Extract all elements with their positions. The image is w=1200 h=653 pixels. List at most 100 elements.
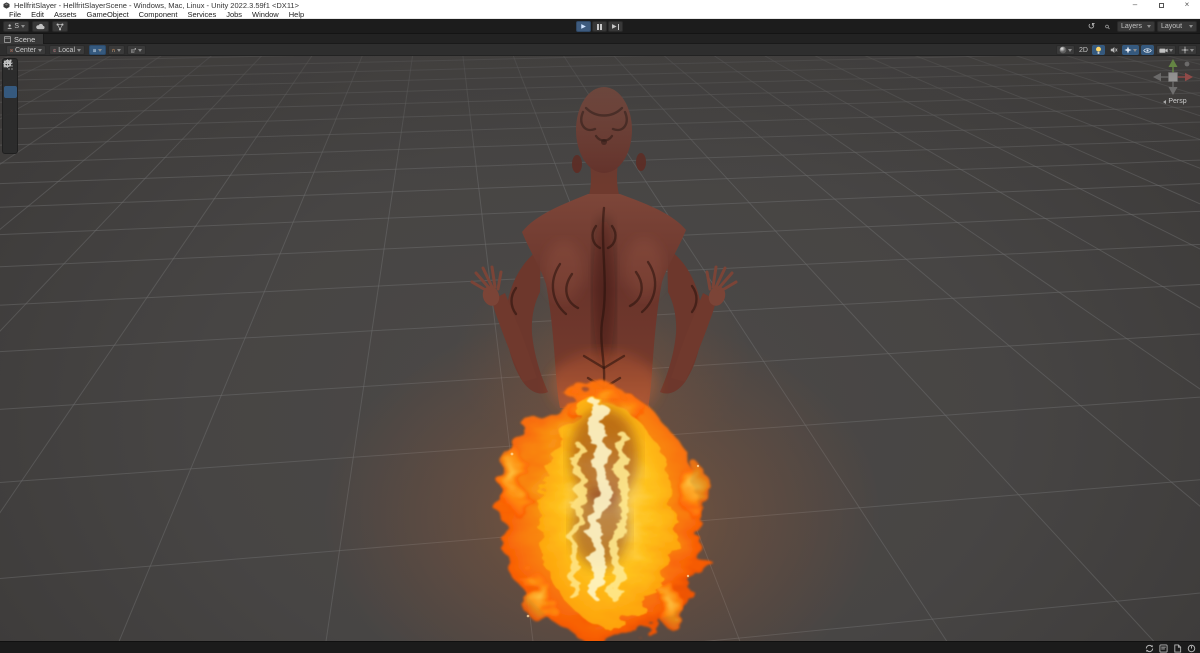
scene-tab-label: Scene	[14, 34, 36, 44]
menu-gameobject[interactable]: GameObject	[82, 10, 134, 19]
camera-settings-dropdown[interactable]	[1156, 45, 1176, 55]
maximize-button[interactable]	[1148, 0, 1174, 10]
gizmos-icon	[1181, 46, 1189, 54]
lighting-toggle[interactable]	[1092, 45, 1105, 55]
tabbar: Scene	[0, 34, 1200, 44]
draw-mode-dropdown[interactable]	[1056, 45, 1075, 55]
axis-neg-x-cone[interactable]	[1153, 72, 1161, 82]
rect-tool-button[interactable]	[3, 60, 17, 137]
audio-toggle[interactable]	[1107, 45, 1120, 55]
projection-arrow-icon	[1163, 99, 1167, 104]
lighting-icon	[1096, 46, 1101, 54]
scene-view[interactable]: Persp	[0, 56, 1200, 641]
statusbar	[0, 641, 1200, 653]
menu-assets[interactable]: Assets	[49, 10, 82, 19]
play-controls: ▶ ▶	[576, 21, 623, 32]
search-icon	[1105, 24, 1110, 29]
draw-mode-icon	[1059, 46, 1067, 54]
menu-component[interactable]: Component	[134, 10, 183, 19]
layers-dropdown[interactable]: Layers	[1117, 21, 1155, 32]
play-icon: ▶	[581, 23, 586, 30]
transform-tool-button[interactable]	[3, 59, 17, 150]
move-tool-button[interactable]	[3, 59, 17, 98]
version-control-button[interactable]	[52, 21, 68, 32]
account-icon	[7, 24, 12, 29]
chevron-down-icon	[1133, 48, 1137, 52]
orientation-dropdown[interactable]: Local	[49, 45, 85, 55]
chevron-down-icon	[38, 48, 42, 52]
grid-visibility-dropdown[interactable]	[89, 45, 106, 55]
menu-help[interactable]: Help	[284, 10, 309, 19]
maximize-icon	[1158, 2, 1164, 8]
main-toolbar: S ▶ ▶ ↺ Layers Layout	[0, 19, 1200, 34]
effects-icon	[1124, 46, 1132, 54]
play-button[interactable]: ▶	[576, 21, 591, 32]
undo-history-button[interactable]: ↺	[1085, 21, 1098, 32]
log-icon[interactable]	[1173, 643, 1182, 653]
chevron-down-icon	[1189, 25, 1193, 28]
rotate-tool-button[interactable]	[4, 59, 17, 111]
search-button[interactable]	[1101, 21, 1114, 32]
scene-visibility-toggle[interactable]	[1141, 45, 1154, 55]
services-icon	[56, 23, 64, 30]
pivot-dropdown[interactable]: Center	[6, 45, 46, 55]
account-dropdown[interactable]: S	[3, 21, 29, 32]
gizmos-dropdown[interactable]	[1178, 45, 1197, 55]
chevron-down-icon	[77, 48, 81, 52]
scale-tool-button[interactable]	[3, 59, 17, 124]
scene-overlay-toolbar: Center Local 2D	[0, 44, 1200, 56]
gizmo-center-cube[interactable]	[1168, 72, 1178, 82]
orientation-label: Local	[58, 46, 75, 54]
account-label: S	[14, 23, 19, 30]
effects-dropdown[interactable]	[1122, 45, 1139, 55]
menu-services[interactable]: Services	[182, 10, 221, 19]
chevron-down-icon	[21, 25, 25, 28]
pause-icon	[597, 23, 602, 30]
pivot-label: Center	[14, 46, 36, 54]
axis-x-cone[interactable]	[1185, 72, 1193, 82]
menubar: File Edit Assets GameObject Component Se…	[0, 10, 1200, 19]
sync-icon[interactable]	[1145, 644, 1154, 653]
camera-settings-icon	[1159, 48, 1168, 53]
layout-label: Layout	[1161, 23, 1183, 30]
projection-label: Persp	[1168, 98, 1187, 105]
cloud-icon	[36, 23, 45, 30]
move-snap-dropdown[interactable]	[127, 45, 146, 55]
unity-editor-window: HellfritSlayer - HellfritSlayerScene - W…	[0, 0, 1200, 653]
pivot-icon	[10, 48, 13, 52]
close-button[interactable]: ×	[1174, 0, 1200, 10]
chevron-down-icon	[1147, 25, 1151, 28]
view-tool-button[interactable]	[4, 60, 17, 85]
2d-toggle[interactable]: 2D	[1077, 45, 1090, 55]
visibility-icon	[1143, 47, 1152, 53]
chevron-down-icon	[1169, 48, 1173, 52]
tab-scene[interactable]: Scene	[0, 34, 45, 44]
unity-logo-icon	[3, 1, 10, 9]
menu-window[interactable]: Window	[247, 10, 284, 19]
snap-dropdown[interactable]	[108, 45, 125, 55]
audio-icon	[1110, 46, 1118, 54]
orientation-icon	[53, 48, 57, 52]
projection-toggle[interactable]: Persp	[1152, 98, 1198, 105]
move-snap-icon	[131, 47, 136, 53]
axis-z-ball[interactable]	[1184, 61, 1190, 67]
activity-icon[interactable]	[1187, 644, 1196, 653]
menu-file[interactable]: File	[4, 10, 26, 19]
2d-label: 2D	[1079, 46, 1088, 54]
scene-canvas[interactable]	[0, 56, 1200, 641]
layout-dropdown[interactable]: Layout	[1157, 21, 1197, 32]
console-icon[interactable]	[1159, 643, 1168, 653]
pause-button[interactable]	[592, 21, 607, 32]
snap-icon	[112, 48, 115, 52]
pane-icon	[4, 35, 11, 43]
minimize-button[interactable]: –	[1122, 0, 1148, 10]
titlebar: HellfritSlayer - HellfritSlayerScene - W…	[0, 0, 1200, 10]
step-button[interactable]: ▶	[608, 21, 623, 32]
menu-edit[interactable]: Edit	[26, 10, 49, 19]
window-title: HellfritSlayer - HellfritSlayerScene - W…	[14, 0, 299, 10]
layers-label: Layers	[1121, 23, 1143, 30]
cloud-button[interactable]	[32, 21, 49, 32]
menu-jobs[interactable]: Jobs	[221, 10, 247, 19]
chevron-down-icon	[138, 48, 142, 52]
chevron-down-icon	[98, 48, 102, 52]
